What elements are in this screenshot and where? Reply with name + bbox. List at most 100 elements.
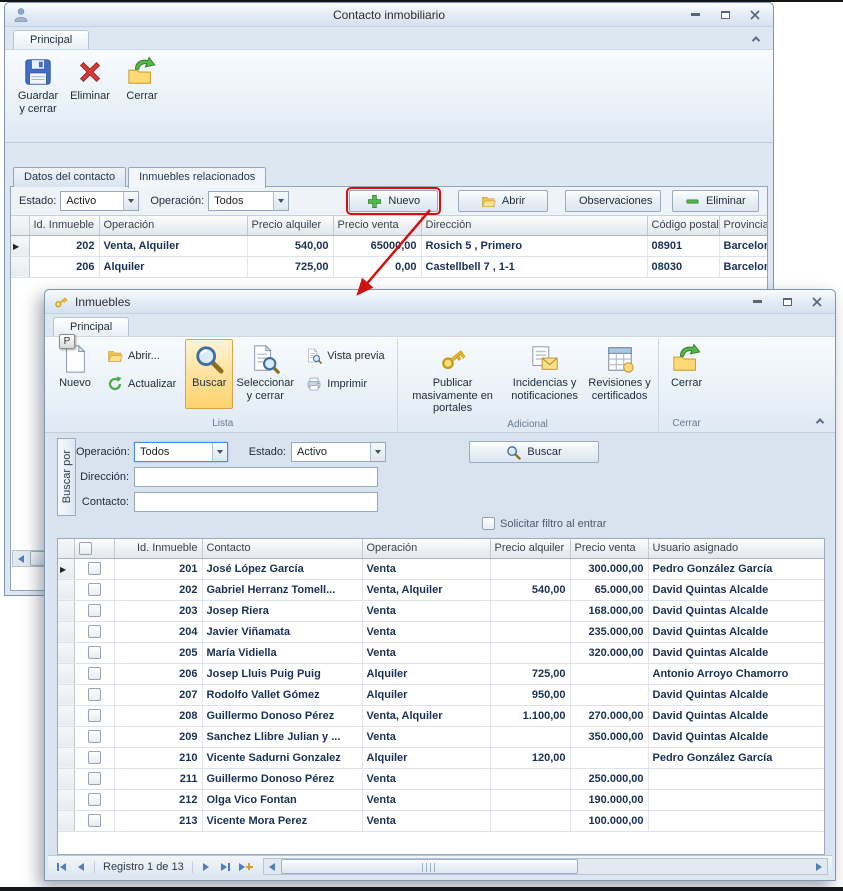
nav-prev-button[interactable] <box>72 859 90 875</box>
table-row[interactable]: 205María VidiellaVenta320.000,00David Qu… <box>58 642 824 663</box>
row-checkbox[interactable] <box>88 751 101 764</box>
row-checkbox[interactable] <box>88 709 101 722</box>
row-checkbox[interactable] <box>88 625 101 638</box>
operacion-combo[interactable]: Todos <box>208 191 289 211</box>
column-header[interactable]: Operación <box>99 216 247 235</box>
column-header[interactable]: Id. Inmueble <box>114 539 202 558</box>
seleccionar-y-cerrar-button[interactable]: Seleccionar y cerrar <box>233 339 297 409</box>
observaciones-button[interactable]: Observaciones <box>565 190 661 212</box>
incidencias-button[interactable]: Incidencias y notificaciones <box>505 339 585 409</box>
abrir-button[interactable]: Abrir... <box>102 346 181 366</box>
nav-last-button[interactable] <box>217 859 235 875</box>
table-row[interactable]: 206Josep Lluis Puig PuigAlquiler725,00An… <box>58 663 824 684</box>
table-row[interactable]: ▶201José López GarcíaVenta300.000,00Pedr… <box>58 558 824 579</box>
row-checkbox[interactable] <box>88 688 101 701</box>
row-checkbox[interactable] <box>88 730 101 743</box>
vista-previa-button[interactable]: Vista previa <box>301 346 389 366</box>
row-checkbox[interactable] <box>88 793 101 806</box>
estado-combo[interactable]: Activo <box>291 442 386 462</box>
row-checkbox[interactable] <box>88 583 101 596</box>
nuevo-button[interactable]: Nuevo <box>349 190 438 212</box>
ribbon-group-adicional: Publicar masivamente en portales Inciden… <box>397 339 658 432</box>
row-checkbox[interactable] <box>88 667 101 680</box>
revisiones-button[interactable]: Revisiones y certificados <box>585 339 655 409</box>
scroll-right-button[interactable] <box>811 859 827 874</box>
row-checkbox[interactable] <box>88 814 101 827</box>
nav-next-button[interactable] <box>197 859 215 875</box>
horizontal-scrollbar[interactable] <box>263 858 828 875</box>
minimize-button[interactable] <box>747 295 767 309</box>
nav-new-record-button[interactable] <box>237 859 255 875</box>
maximize-button[interactable] <box>715 8 735 22</box>
front-titlebar[interactable]: Inmuebles <box>45 290 835 314</box>
delete-button[interactable]: Eliminar <box>64 52 116 122</box>
nuevo-button[interactable]: Nuevo <box>52 339 98 409</box>
header-checkbox[interactable] <box>79 542 92 555</box>
dropdown-button[interactable] <box>370 443 385 461</box>
table-row[interactable]: ▶202Venta, Alquiler540,0065000,00Rosich … <box>11 235 767 256</box>
column-header[interactable]: Dirección <box>421 216 647 235</box>
scrollbar-thumb[interactable] <box>281 859 579 874</box>
tab-inmuebles-relacionados[interactable]: Inmuebles relacionados <box>128 167 266 188</box>
table-row[interactable]: 209Sanchez Llibre Julian y ...Venta350.0… <box>58 726 824 747</box>
column-header[interactable]: Precio alquiler <box>247 216 333 235</box>
publicar-masivamente-button[interactable]: Publicar masivamente en portales <box>401 339 505 418</box>
eliminar-button[interactable]: Eliminar <box>672 190 759 212</box>
table-row[interactable]: 203Josep RieraVenta168.000,00David Quint… <box>58 600 824 621</box>
abrir-button[interactable]: Abrir <box>458 190 547 212</box>
column-header[interactable]: Usuario asignado <box>648 539 824 558</box>
dropdown-button[interactable] <box>123 192 138 210</box>
close-button[interactable] <box>745 8 765 22</box>
column-header[interactable]: Contacto <box>202 539 362 558</box>
buscar-button[interactable]: Buscar <box>185 339 233 409</box>
direccion-input[interactable] <box>134 467 378 487</box>
operacion-combo[interactable]: Todos <box>134 442 228 462</box>
buscar-por-vertical-tab[interactable]: Buscar por <box>57 438 76 516</box>
scroll-left-button[interactable] <box>264 859 280 874</box>
row-checkbox[interactable] <box>88 772 101 785</box>
tab-datos-del-contacto[interactable]: Datos del contacto <box>13 167 126 187</box>
column-header[interactable]: Precio alquiler <box>490 539 570 558</box>
dropdown-button[interactable] <box>212 443 227 461</box>
table-row[interactable]: 211Guillermo Donoso PérezVenta250.000,00 <box>58 768 824 789</box>
estado-combo[interactable]: Activo <box>60 191 139 211</box>
column-header[interactable]: Precio venta <box>570 539 648 558</box>
contacto-input[interactable] <box>134 492 378 512</box>
row-checkbox[interactable] <box>88 646 101 659</box>
buscar-search-button[interactable]: Buscar <box>469 441 599 463</box>
maximize-button[interactable] <box>777 295 797 309</box>
table-row[interactable]: 207Rodolfo Vallet GómezAlquiler950,00Dav… <box>58 684 824 705</box>
table-row[interactable]: 206Alquiler725,000,00Castellbell 7 , 1-1… <box>11 256 767 277</box>
tab-principal[interactable]: Principal <box>13 30 89 49</box>
back-titlebar[interactable]: Contacto inmobiliario <box>5 3 773 27</box>
table-row[interactable]: 210Vicente Sadurni GonzalezAlquiler120,0… <box>58 747 824 768</box>
cell <box>490 726 570 747</box>
table-row[interactable]: 213Vicente Mora PerezVenta100.000,00 <box>58 810 824 831</box>
cerrar-button[interactable]: Cerrar <box>662 339 712 409</box>
scroll-left-button[interactable] <box>13 551 29 566</box>
table-row[interactable]: 208Guillermo Donoso PérezVenta, Alquiler… <box>58 705 824 726</box>
solicitar-filtro-checkbox[interactable] <box>482 517 495 530</box>
ribbon-collapse-button[interactable] <box>747 31 765 46</box>
dropdown-button[interactable] <box>273 192 288 210</box>
column-header[interactable]: Provincia <box>719 216 767 235</box>
imprimir-button[interactable]: Imprimir <box>301 374 389 394</box>
ribbon-collapse-button[interactable] <box>811 413 829 428</box>
column-header[interactable]: Operación <box>362 539 490 558</box>
minimize-button[interactable] <box>685 8 705 22</box>
column-header[interactable]: Id. Inmueble <box>29 216 99 235</box>
nav-first-button[interactable] <box>52 859 70 875</box>
table-row[interactable]: 204Javier ViñamataVenta235.000,00David Q… <box>58 621 824 642</box>
actualizar-button[interactable]: Actualizar <box>102 374 181 394</box>
table-row[interactable]: 202Gabriel Herranz Tomell...Venta, Alqui… <box>58 579 824 600</box>
select-all-checkbox-header[interactable] <box>74 539 114 558</box>
close-ribbon-button[interactable]: Cerrar <box>116 52 168 122</box>
column-header[interactable]: Código postal <box>647 216 719 235</box>
column-header[interactable]: Precio venta <box>333 216 421 235</box>
table-row[interactable]: 212Olga Vico FontanVenta190.000,00 <box>58 789 824 810</box>
row-checkbox[interactable] <box>88 562 101 575</box>
close-button[interactable] <box>807 295 827 309</box>
row-checkbox[interactable] <box>88 604 101 617</box>
save-and-close-button[interactable]: Guardar y cerrar <box>12 52 64 122</box>
scrollbar-track[interactable] <box>280 859 811 874</box>
